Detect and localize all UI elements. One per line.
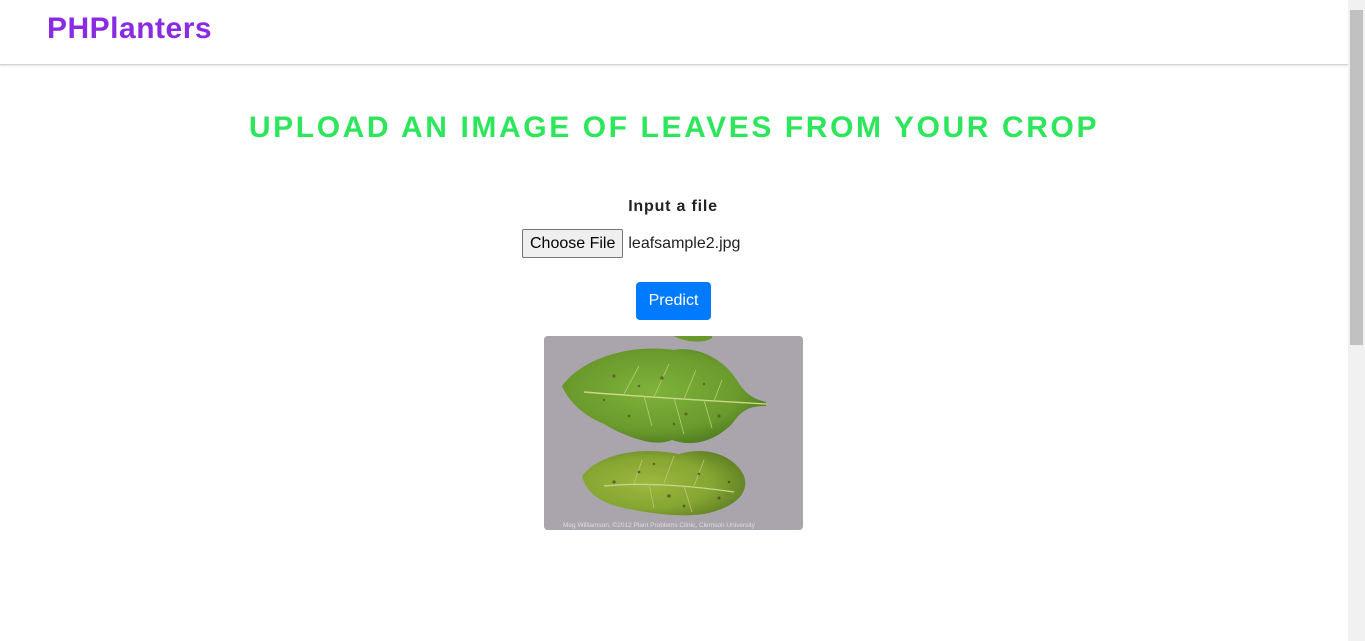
leaf-image-preview: Meg Williamson, ©2012 Plant Problems Cli… [544,336,803,530]
brand-logo[interactable]: PHPlanters [47,12,212,46]
file-input-label: Input a file [628,198,718,215]
navbar: PHPlanters [0,0,1348,65]
file-input[interactable]: Choose File leafsample2.jpg [522,229,740,258]
leaf-photo: Meg Williamson, ©2012 Plant Problems Cli… [544,336,803,530]
choose-file-button[interactable]: Choose File [522,229,624,258]
selected-file-name: leafsample2.jpg [628,234,741,252]
page: PHPlanters UPLOAD AN IMAGE OF LEAVES FRO… [0,0,1365,641]
page-scrollbar[interactable] [1348,0,1365,641]
scrollbar-thumb[interactable] [1350,10,1363,345]
predict-button[interactable]: Predict [636,282,711,320]
photo-credit: Meg Williamson, ©2012 Plant Problems Cli… [563,521,756,529]
main-content: UPLOAD AN IMAGE OF LEAVES FROM YOUR CROP… [0,65,1348,641]
page-title: UPLOAD AN IMAGE OF LEAVES FROM YOUR CROP [248,111,1100,144]
